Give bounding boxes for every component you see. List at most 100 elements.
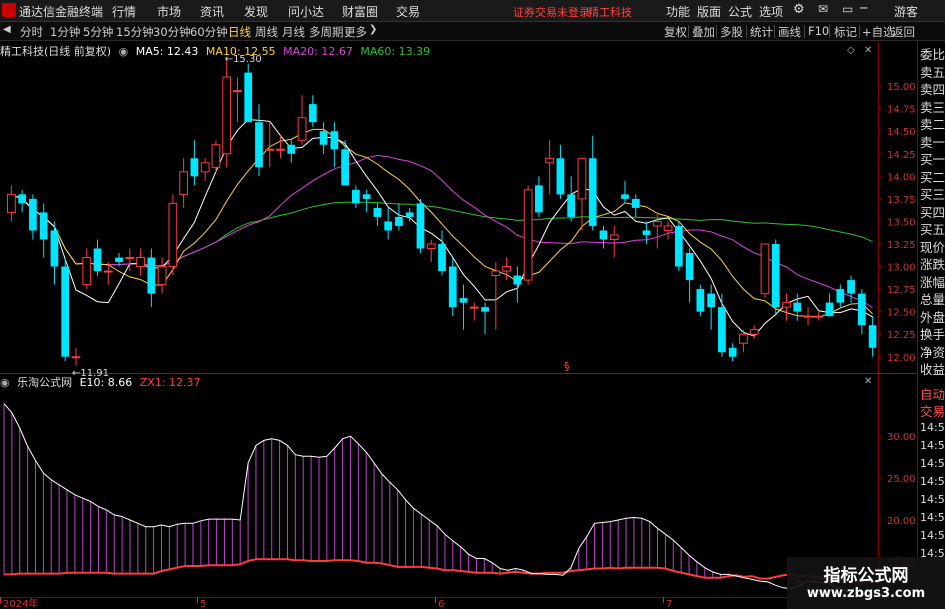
price-tick-label: 13.25 [887,240,916,251]
x-tick-label: 6 [438,599,444,609]
candle-body-down [287,144,296,154]
tool-back[interactable]: 返回 [892,24,915,40]
menu-xuanxiang[interactable]: 选项 [759,3,783,20]
period-daily[interactable]: 日线 [228,24,251,40]
menu-faxian[interactable]: 发现 [244,3,268,20]
settings-icon[interactable]: ⚙ [793,2,805,17]
menu-shichang[interactable]: 市场 [157,3,181,20]
period-30min[interactable]: 30分钟 [153,24,191,40]
price-tick-label: 13.75 [887,195,916,206]
event-marker-icon: § [564,360,570,373]
toolbar-divider [774,25,775,38]
tick-time: 14:56 [920,475,945,488]
tool-tongji[interactable]: 统计 [750,24,773,40]
candle-body-up [545,157,555,164]
tool-huaxian[interactable]: 画线 [778,24,801,40]
candle-body-down [115,257,123,263]
price-tick-label: 13.50 [887,217,916,228]
collapse-icon[interactable]: ◀ [3,24,11,35]
candle-body-down [728,347,737,357]
candle-body-up [749,329,759,335]
candle-body-down [459,298,468,303]
menu-caifuquan[interactable]: 财富圈 [342,3,378,20]
mail-icon[interactable]: ✉ [818,2,828,16]
side-item: 买四 [920,204,945,220]
candle-body-up [125,257,135,260]
period-5min[interactable]: 5分钟 [83,24,113,40]
side-item: 总量 [920,292,945,307]
sub-tick-label: 20.00 [887,516,916,527]
menu-bar: 通达信金融终端 行情 市场 资讯 发现 问小达 财富圈 交易 证券交易未登录 精… [0,0,945,22]
candle-body-up [814,315,824,318]
x-tick-label: 7 [666,599,672,609]
monitor-icon[interactable]: ▭ [842,2,853,16]
candle-body-down [330,131,339,150]
menu-zixun[interactable]: 资讯 [200,3,224,20]
app-logo-icon [2,3,16,17]
candle-body-down [674,225,683,267]
watermark-url: www.zbgs3.com [806,586,926,601]
candle-body-down [308,104,317,123]
chart-area[interactable]: 15.00 14.75 14.50 14.25 14.00 13.75 13.50 13.25… [0,41,917,609]
menu-wenxiaoda[interactable]: 问小达 [288,3,324,20]
menu-jiaoyi[interactable]: 交易 [396,3,420,20]
tool-biaoji[interactable]: 标记 [834,24,857,40]
period-1min[interactable]: 1分钟 [50,24,80,40]
candle-body-down [588,158,597,226]
period-fenshi[interactable]: 分时 [20,24,43,40]
candle-body-down [825,302,834,317]
tick-time: 14:56 [920,493,945,506]
guest-label[interactable]: 游客 [894,3,918,20]
candle-body-down [373,207,382,217]
side-trade-item[interactable]: 交易 [920,401,945,420]
candle-body-up [211,144,221,168]
tick-time: 14:56 [920,529,945,542]
minimize-icon[interactable]: ─ [860,1,867,15]
candles [7,59,877,366]
candle-body-up [803,315,813,318]
candle-body-down [384,221,393,231]
side-item: 买二 [920,169,945,185]
period-multi[interactable]: 多周期 [309,24,344,40]
menu-gongneng[interactable]: 功能 [666,3,690,20]
price-tick-label: 12.00 [887,353,916,364]
trade-login-warning[interactable]: 证券交易未登录 [513,4,590,20]
menu-banmian[interactable]: 版面 [697,3,721,20]
candle-body-down [718,307,726,353]
candle-body-down [631,198,640,208]
candle-body-down [448,266,457,308]
sub-tick-label: 25.00 [887,474,916,485]
menu-gongshi[interactable]: 公式 [728,3,752,20]
candle-body-down [868,325,877,348]
candle-body-down [847,280,855,294]
current-stock-name: 精工科技 [588,6,632,19]
candle-body-down [438,243,446,272]
period-15min[interactable]: 15分钟 [116,24,154,40]
ma5-line [11,118,873,337]
candle-body-up [297,117,307,141]
candle-body-up [71,356,81,359]
candle-body-down [556,158,565,195]
app-title: 通达信金融终端 [19,5,104,19]
candle-body-up [7,193,16,213]
high-price-marker: ←15.30 [225,54,262,65]
tool-diejia[interactable]: 叠加 [692,24,715,40]
tool-duogu[interactable]: 多股 [720,24,743,40]
period-more[interactable]: 更多 [344,24,367,40]
candle-body-down [481,307,489,312]
side-item: 买三 [920,187,945,202]
candle-body-down [685,253,694,281]
period-weekly[interactable]: 周线 [255,24,278,40]
candle-body-down [147,257,156,294]
period-monthly[interactable]: 月线 [282,24,305,40]
tool-f10[interactable]: F10 [808,24,829,38]
candle-body-down [513,275,522,285]
sub-axis: 30.0025.0020.0015.00 [878,432,916,569]
period-60min[interactable]: 60分钟 [190,24,228,40]
x-axis: 2024年 5 6 7 [0,597,672,609]
candle-body-down [395,216,403,226]
candle-body-down [18,194,27,204]
tool-fuquan[interactable]: 复权 [664,24,687,40]
menu-hangqing[interactable]: 行情 [112,3,136,20]
more-chevron-icon[interactable]: ❯ [369,24,377,35]
